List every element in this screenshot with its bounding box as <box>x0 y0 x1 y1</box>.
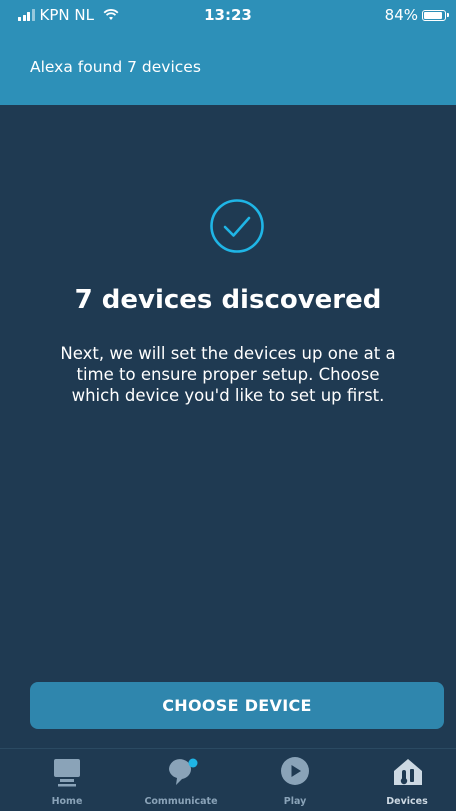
nav-devices-label: Devices <box>386 796 428 807</box>
nav-play-label: Play <box>283 796 307 807</box>
devices-icon <box>394 759 422 785</box>
header-title: Alexa found 7 devices <box>30 58 201 76</box>
page-description: Next, we will set the devices up one at … <box>60 344 396 405</box>
battery-percent: 84% <box>384 6 418 24</box>
home-icon <box>54 759 80 787</box>
nav-communicate[interactable]: Communicate <box>136 749 226 811</box>
header-bar: Alexa found 7 devices <box>0 31 456 105</box>
page-title: 7 devices discovered <box>74 285 382 315</box>
bottom-nav: Home Communicate Play Devices <box>0 748 456 811</box>
nav-devices[interactable]: Devices <box>362 749 452 811</box>
nav-home-label: Home <box>51 796 83 807</box>
play-icon <box>281 757 309 785</box>
choose-device-button[interactable]: CHOOSE DEVICE <box>30 682 444 729</box>
communicate-icon <box>169 758 198 785</box>
check-circle-icon <box>210 199 264 253</box>
nav-play[interactable]: Play <box>250 749 340 811</box>
status-bar: KPN NL 13:23 84% <box>0 0 456 31</box>
choose-device-label: CHOOSE DEVICE <box>162 696 312 715</box>
status-right: 84% <box>384 6 449 24</box>
nav-communicate-label: Communicate <box>144 796 218 807</box>
notification-dot <box>188 758 198 768</box>
battery-icon <box>422 9 449 21</box>
nav-home[interactable]: Home <box>22 749 112 811</box>
